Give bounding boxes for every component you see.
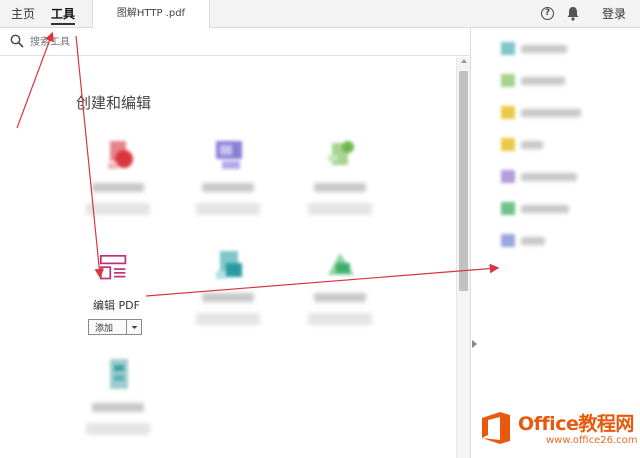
edit-pdf-icon[interactable]	[98, 253, 132, 287]
tab-document[interactable]: 图解HTTP .pdf	[92, 0, 210, 28]
pane-item-label-blurred	[521, 173, 577, 181]
top-bar: 主页 工具 图解HTTP .pdf ? 登录	[0, 0, 640, 28]
main-scrollbar[interactable]	[456, 57, 470, 458]
pane-item-icon	[501, 234, 515, 247]
tool-sublabel-blurred	[196, 203, 260, 215]
search-input[interactable]	[30, 33, 230, 51]
fill-sign-icon	[328, 253, 354, 275]
tool-label-blurred	[314, 293, 366, 302]
scroll-thumb[interactable]	[459, 71, 468, 291]
chevron-down-icon[interactable]	[126, 320, 141, 334]
watermark-brand: Office教程网	[518, 413, 634, 435]
tool-fill-sign[interactable]	[302, 247, 382, 347]
tool-label-blurred	[202, 183, 254, 192]
tool-organize[interactable]	[190, 247, 270, 347]
pane-item-label-blurred	[521, 45, 567, 53]
search-icon	[10, 34, 24, 48]
tool-create-pdf[interactable]	[80, 137, 160, 237]
tool-combine[interactable]	[190, 137, 270, 237]
tool-sublabel-blurred	[308, 203, 372, 215]
pane-item-icon	[501, 42, 515, 55]
scroll-up-icon[interactable]	[461, 59, 467, 63]
pane-item-label-blurred	[521, 205, 569, 213]
office-logo-icon	[482, 412, 510, 444]
tool-sublabel-blurred	[308, 313, 372, 325]
watermark: Office教程网 www.office26.com	[472, 405, 640, 458]
search-bar	[0, 28, 470, 56]
export-icon	[328, 141, 354, 165]
pane-item[interactable]	[501, 201, 621, 217]
login-link[interactable]: 登录	[602, 0, 626, 28]
pane-collapse-icon[interactable]	[472, 340, 477, 348]
pane-item[interactable]	[501, 41, 621, 57]
pane-item[interactable]	[501, 233, 621, 249]
add-label: 添加	[95, 324, 114, 334]
tool-label-blurred	[92, 183, 144, 192]
pane-item-icon	[501, 202, 515, 215]
pane-item-icon	[501, 170, 515, 183]
edit-pdf-label[interactable]: 编辑 PDF	[93, 297, 140, 313]
tools-panel: 创建和编辑 编辑 PDF 添加	[0, 57, 456, 458]
create-pdf-icon	[108, 141, 133, 169]
right-tool-pane	[470, 28, 640, 458]
pane-item-icon	[501, 74, 515, 87]
pane-item-label-blurred	[521, 109, 581, 117]
pane-item-icon	[501, 138, 515, 151]
pane-item[interactable]	[501, 73, 621, 89]
add-tool-select[interactable]: 添加	[88, 319, 142, 335]
organize-icon	[216, 251, 242, 279]
pane-item-icon	[501, 106, 515, 119]
tab-tools[interactable]: 工具	[51, 0, 76, 28]
section-title: 创建和编辑	[76, 94, 152, 112]
tab-home[interactable]: 主页	[11, 0, 35, 28]
scan-icon	[110, 359, 128, 389]
pane-item[interactable]	[501, 169, 621, 185]
pane-item[interactable]	[501, 137, 621, 153]
pane-item-label-blurred	[521, 237, 545, 245]
tool-label-blurred	[92, 403, 144, 412]
tool-sublabel-blurred	[86, 203, 150, 215]
watermark-site: www.office26.com	[546, 435, 638, 446]
pane-item-label-blurred	[521, 141, 543, 149]
tool-export[interactable]	[302, 137, 382, 237]
tool-label-blurred	[202, 293, 254, 302]
help-icon[interactable]: ?	[541, 7, 554, 20]
tool-sublabel-blurred	[196, 313, 260, 325]
pane-item[interactable]	[501, 105, 621, 121]
pane-item-label-blurred	[521, 77, 565, 85]
tool-sublabel-blurred	[86, 423, 150, 435]
tool-scan[interactable]	[80, 357, 160, 457]
bell-icon[interactable]	[566, 6, 580, 21]
combine-icon	[216, 141, 242, 169]
tool-label-blurred	[314, 183, 366, 192]
